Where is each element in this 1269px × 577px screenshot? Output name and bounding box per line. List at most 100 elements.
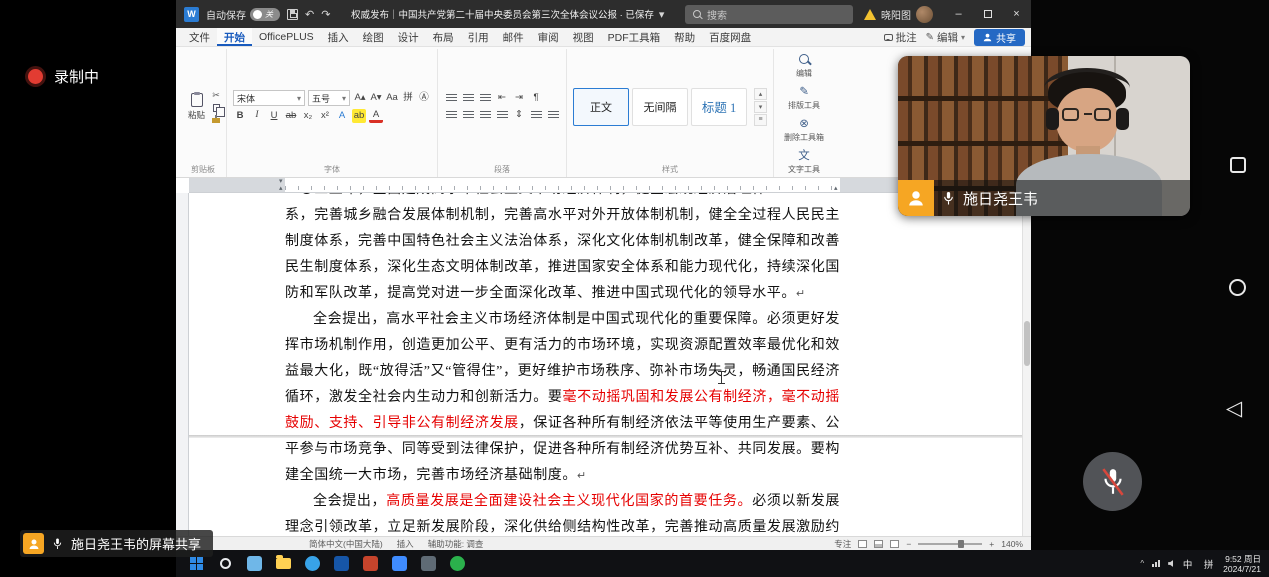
numbered-list-icon[interactable] xyxy=(461,91,475,105)
editing-mode-button[interactable]: ✎编辑▾ xyxy=(926,30,965,45)
network-icon[interactable] xyxy=(1152,560,1160,567)
vertical-ruler[interactable] xyxy=(176,193,189,536)
word-app[interactable] xyxy=(329,551,354,576)
account-area[interactable]: 晓阳图 xyxy=(860,6,937,23)
text-tools-button[interactable]: 文文字工具 xyxy=(784,145,824,177)
change-case-icon[interactable]: Aa xyxy=(385,91,399,105)
menu-tab[interactable]: 百度网盘 xyxy=(702,28,758,46)
grow-font-icon[interactable]: A▴ xyxy=(353,91,367,105)
justify-icon[interactable] xyxy=(495,108,509,122)
menu-tab[interactable]: 视图 xyxy=(566,28,601,46)
superscript-icon[interactable]: x² xyxy=(318,109,332,123)
search-box[interactable]: 搜索 xyxy=(685,5,853,24)
recents-nav-icon[interactable] xyxy=(1230,157,1246,173)
text-effects-icon[interactable]: A xyxy=(335,109,349,123)
status-item[interactable]: 简体中文(中国大陆) xyxy=(309,538,383,550)
back-nav-icon[interactable]: ◁ xyxy=(1226,398,1242,419)
document-page[interactable]: 二〇三五年，全面建成高水平社会主义市场经济体制，健全宏观经济治理体系，完善城乡融… xyxy=(189,193,1022,536)
taskbar-clock[interactable]: 9:52 周日 2024/7/21 xyxy=(1223,554,1261,574)
font-color-icon[interactable]: A xyxy=(369,109,383,123)
webcam-video[interactable]: 施日尧王韦 xyxy=(898,56,1190,216)
font-size-select[interactable]: 五号▾ xyxy=(308,90,350,106)
decrease-indent-icon[interactable]: ⇤ xyxy=(495,91,509,105)
strikethrough-icon[interactable]: ab xyxy=(284,109,298,123)
status-item[interactable]: 辅助功能: 调查 xyxy=(428,538,484,550)
first-line-indent-marker[interactable]: ▾ xyxy=(279,178,283,185)
zoom-in-button[interactable]: + xyxy=(989,539,994,549)
align-right-icon[interactable] xyxy=(478,108,492,122)
menu-tab[interactable]: 插入 xyxy=(321,28,356,46)
task-view-button[interactable] xyxy=(242,551,267,576)
italic-icon[interactable]: I xyxy=(250,109,264,123)
save-icon[interactable] xyxy=(287,9,298,20)
font-family-select[interactable]: 宋体▾ xyxy=(233,90,305,106)
highlight-icon[interactable]: ab xyxy=(352,109,366,123)
minimize-button[interactable]: – xyxy=(944,0,973,28)
copy-icon[interactable] xyxy=(213,104,220,112)
home-nav-icon[interactable] xyxy=(1229,279,1246,296)
menu-tab[interactable]: 布局 xyxy=(426,28,461,46)
share-button[interactable]: 共享 xyxy=(974,29,1025,46)
autosave-toggle[interactable]: 关 xyxy=(250,8,280,21)
subscript-icon[interactable]: x₂ xyxy=(301,109,315,123)
gallery-more-icon[interactable]: ≡ xyxy=(754,114,767,126)
zoom-out-button[interactable]: − xyxy=(906,539,911,549)
undo-icon[interactable]: ↶ xyxy=(305,8,314,21)
align-left-icon[interactable] xyxy=(444,108,458,122)
style-card[interactable]: 正文 xyxy=(573,88,629,126)
comments-button[interactable]: 批注 xyxy=(884,30,917,45)
powerpoint-app[interactable] xyxy=(358,551,383,576)
bold-icon[interactable]: B xyxy=(233,109,247,123)
menu-tab[interactable]: 帮助 xyxy=(667,28,702,46)
ime-language-badge[interactable]: 中 xyxy=(1181,557,1194,571)
menu-tab[interactable]: 设计 xyxy=(391,28,426,46)
app[interactable] xyxy=(416,551,441,576)
align-center-icon[interactable] xyxy=(461,108,475,122)
paragraph-mark-icon[interactable]: ¶ xyxy=(529,91,543,105)
layout-tools-button[interactable]: ✎排版工具 xyxy=(784,81,824,113)
line-spacing-icon[interactable]: ⇕ xyxy=(512,108,526,122)
zoom-knob-icon[interactable] xyxy=(958,540,964,548)
char-border-icon[interactable]: Ⓐ xyxy=(417,91,431,105)
document-title[interactable]: 权威发布｜中国共产党第二十届中央委员会第三次全体会议公报 · 已保存 ▾ xyxy=(337,7,678,21)
menu-tab[interactable]: OfficePLUS xyxy=(252,28,321,46)
close-button[interactable]: × xyxy=(1002,0,1031,28)
menu-tab[interactable]: 开始 xyxy=(217,28,252,46)
left-indent-marker[interactable]: ▴ xyxy=(279,185,283,192)
edge-browser[interactable] xyxy=(300,551,325,576)
account-avatar[interactable] xyxy=(916,6,933,23)
ime-pinyin-badge[interactable]: 拼 xyxy=(1202,557,1215,571)
file-explorer[interactable] xyxy=(271,551,296,576)
style-card[interactable]: 标题 1 xyxy=(691,88,747,126)
microphone-mute-button[interactable] xyxy=(1083,452,1142,511)
multilevel-list-icon[interactable] xyxy=(478,91,492,105)
menu-tab[interactable]: 审阅 xyxy=(531,28,566,46)
wps-app[interactable] xyxy=(387,551,412,576)
focus-mode-button[interactable]: 专注 xyxy=(834,538,851,550)
bullet-list-icon[interactable] xyxy=(444,91,458,105)
delete-toolbox-button[interactable]: ⊗删除工具箱 xyxy=(780,113,828,145)
cut-icon[interactable]: ✂ xyxy=(212,90,220,101)
underline-icon[interactable]: U xyxy=(267,109,281,123)
shrink-font-icon[interactable]: A▾ xyxy=(369,91,383,105)
gallery-up-icon[interactable]: ▴ xyxy=(754,88,767,100)
vertical-scrollbar[interactable] xyxy=(1022,193,1031,536)
maximize-button[interactable] xyxy=(973,0,1002,28)
right-indent-marker[interactable]: ▴ xyxy=(834,185,838,192)
status-item[interactable]: 插入 xyxy=(397,538,414,550)
format-painter-icon[interactable] xyxy=(212,118,220,123)
menu-tab[interactable]: PDF工具箱 xyxy=(601,28,668,46)
zoom-slider[interactable] xyxy=(918,543,982,545)
menu-tab[interactable]: 绘图 xyxy=(356,28,391,46)
web-layout-icon[interactable] xyxy=(890,540,899,548)
tray-expand-icon[interactable]: ^ xyxy=(1140,559,1144,568)
volume-icon[interactable] xyxy=(1168,560,1173,567)
menu-tab[interactable]: 邮件 xyxy=(496,28,531,46)
menu-tab[interactable]: 引用 xyxy=(461,28,496,46)
phonetic-guide-icon[interactable]: 拼 xyxy=(401,91,415,105)
wechat-app[interactable] xyxy=(445,551,470,576)
read-mode-icon[interactable] xyxy=(858,540,867,548)
increase-indent-icon[interactable]: ⇥ xyxy=(512,91,526,105)
search-button[interactable] xyxy=(213,551,238,576)
redo-icon[interactable]: ↷ xyxy=(321,8,330,21)
